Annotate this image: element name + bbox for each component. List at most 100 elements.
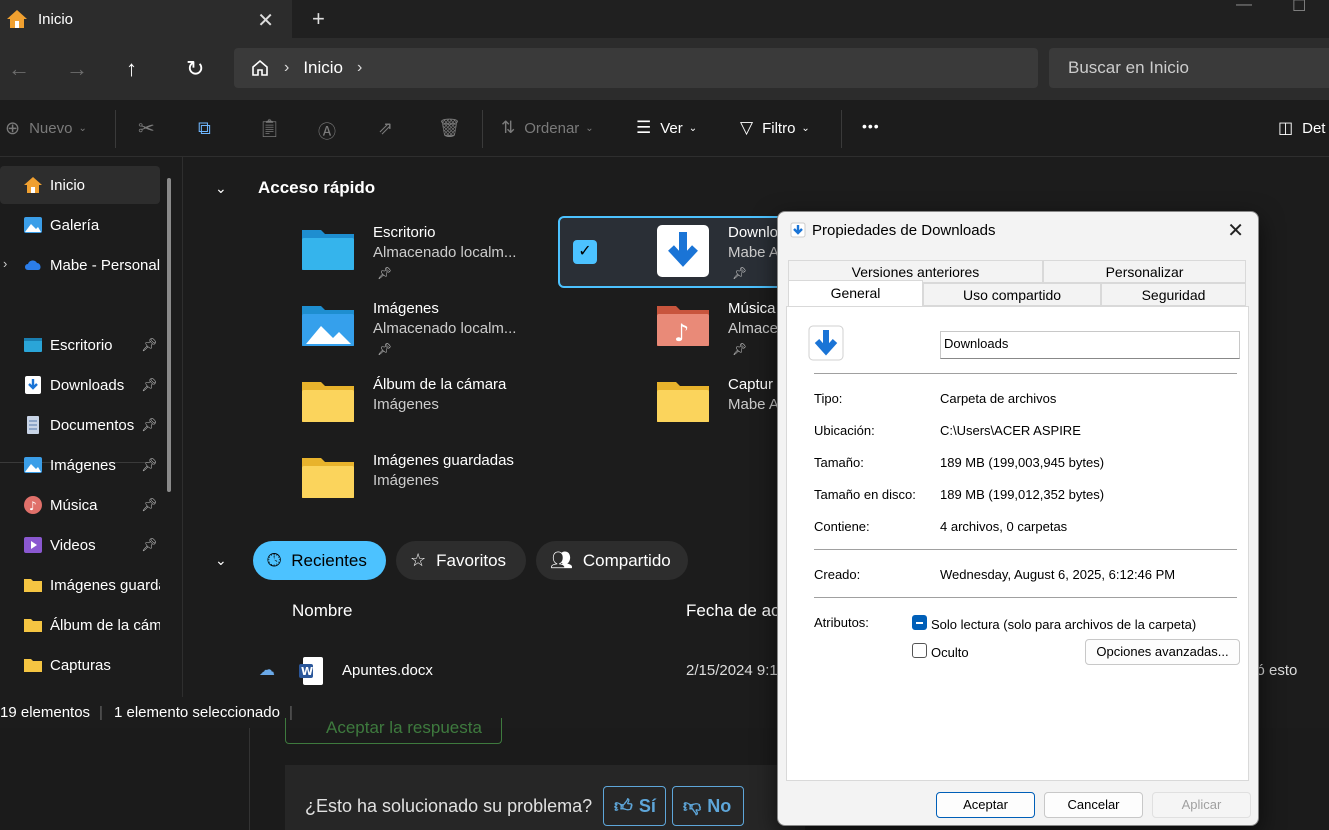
sidebar-item-capturas[interactable]: Capturas xyxy=(0,646,160,684)
new-button[interactable]: ⊕ Nuevo ⌄ xyxy=(5,118,87,139)
tab-bar: Inicio ✕ + — ☐ xyxy=(0,0,1329,38)
word-document-icon: W xyxy=(299,657,323,685)
sidebar-item-album-camara[interactable]: Álbum de la cám xyxy=(0,606,160,644)
collapse-chevron-icon[interactable]: ⌄ xyxy=(215,552,227,569)
advanced-options-button[interactable]: Opciones avanzadas... xyxy=(1085,639,1240,665)
tab-uso-compartido[interactable]: Uso compartido xyxy=(923,283,1101,306)
contains-label: Contiene: xyxy=(814,519,870,534)
plus-circle-icon: ⊕ xyxy=(5,118,21,138)
tab-inicio[interactable]: Inicio ✕ xyxy=(0,0,292,38)
sidebar-scrollbar[interactable] xyxy=(167,178,171,492)
page-divider xyxy=(249,728,250,830)
tab-close-icon[interactable]: ✕ xyxy=(257,8,274,33)
collapse-chevron-icon[interactable]: ⌄ xyxy=(215,180,227,197)
sidebar-item-videos[interactable]: Videos 📌︎ xyxy=(0,526,160,564)
cut-icon[interactable]: ✂ xyxy=(138,116,155,141)
folder-name-field[interactable]: Downloads xyxy=(940,331,1240,359)
music-icon: ♪ xyxy=(24,496,42,514)
accept-answer-button[interactable]: Aceptar la respuesta xyxy=(285,718,502,744)
chevron-down-icon: ⌄ xyxy=(688,122,698,134)
minimize-icon[interactable]: — xyxy=(1236,0,1252,14)
created-value: Wednesday, August 6, 2025, 6:12:46 PM xyxy=(940,567,1176,582)
forward-icon[interactable]: → xyxy=(66,56,88,82)
quick-access-item-escritorio[interactable]: Escritorio Almacenado localm... 📌︎ xyxy=(301,222,561,292)
back-icon[interactable]: ← xyxy=(8,56,30,82)
cancel-button[interactable]: Cancelar xyxy=(1044,792,1143,818)
filter-button[interactable]: ▽ Filtro ⌄ xyxy=(740,118,810,138)
tab-general[interactable]: General xyxy=(788,280,923,306)
sidebar-item-onedrive[interactable]: Mabe - Personal xyxy=(0,246,160,284)
video-icon xyxy=(24,537,42,553)
column-header-fecha[interactable]: Fecha de ac xyxy=(686,601,780,621)
gallery-icon xyxy=(24,217,42,233)
close-icon[interactable]: ✕ xyxy=(1227,218,1244,243)
navigation-pane: Inicio Galería › Mabe - Personal Escrito… xyxy=(0,157,183,697)
sidebar-item-musica[interactable]: ♪ Música 📌︎ xyxy=(0,486,160,524)
created-label: Creado: xyxy=(814,567,861,582)
quick-access-item-imagenes-guardadas[interactable]: Imágenes guardadas Imágenes xyxy=(301,450,561,520)
up-icon[interactable]: ↑ xyxy=(126,56,137,82)
rename-icon[interactable]: Ⓐ xyxy=(318,118,336,144)
quick-access-title: Acceso rápido xyxy=(258,178,376,197)
sidebar-item-inicio[interactable]: Inicio xyxy=(0,166,160,204)
copy-icon[interactable]: ⧉ xyxy=(198,118,211,139)
details-pane-icon: ◫ xyxy=(1278,120,1294,137)
sidebar-item-escritorio[interactable]: Escritorio 📌︎ xyxy=(0,326,160,364)
column-header-nombre[interactable]: Nombre xyxy=(292,601,352,621)
vote-yes-button[interactable]: 👍︎ Sí xyxy=(603,786,666,826)
sidebar-item-documentos[interactable]: Documentos 📌︎ xyxy=(0,406,160,444)
sidebar-item-galeria[interactable]: Galería xyxy=(0,206,160,244)
pin-icon: 📌︎ xyxy=(377,266,393,280)
quick-access-item-album-camara[interactable]: Álbum de la cámara Imágenes xyxy=(301,374,561,444)
checkbox-checked-icon[interactable]: ✓ xyxy=(573,240,597,264)
desktop-folder-icon xyxy=(302,230,354,270)
new-tab-button[interactable]: + xyxy=(312,6,325,32)
quick-access-item-musica[interactable]: ♪ Música Almace 📌︎ xyxy=(656,298,786,368)
refresh-icon[interactable]: ↻ xyxy=(186,56,204,82)
more-options-icon[interactable]: ••• xyxy=(862,118,880,134)
delete-icon[interactable]: 🗑︎ xyxy=(438,118,461,139)
contains-value: 4 archivos, 0 carpetas xyxy=(940,519,1068,534)
tab-recientes[interactable]: 🕓︎ Recientes xyxy=(253,541,386,580)
tab-seguridad[interactable]: Seguridad xyxy=(1101,283,1246,306)
properties-dialog: Propiedades de Downloads ✕ Versiones ant… xyxy=(777,211,1259,826)
sort-icon: ⇅ xyxy=(501,118,516,137)
search-input[interactable]: Buscar en Inicio xyxy=(1049,48,1329,88)
sidebar-item-downloads[interactable]: Downloads 📌︎ xyxy=(0,366,160,404)
maximize-icon[interactable]: ☐ xyxy=(1292,0,1306,16)
share-icon[interactable]: ⇗ xyxy=(378,118,393,139)
sidebar-item-imagenes-guardadas[interactable]: Imágenes guarda xyxy=(0,566,160,604)
breadcrumb-chevron-icon[interactable]: › xyxy=(357,59,362,77)
details-button[interactable]: ◫ Det xyxy=(1278,118,1325,138)
vote-no-button[interactable]: 👎︎ No xyxy=(672,786,744,826)
sort-button[interactable]: ⇅ Ordenar ⌄ xyxy=(501,118,594,138)
readonly-checkbox[interactable] xyxy=(912,615,927,630)
ok-button[interactable]: Aceptar xyxy=(936,792,1035,818)
hidden-checkbox[interactable] xyxy=(912,643,927,658)
sidebar-item-imagenes[interactable]: Imágenes 📌︎ xyxy=(0,446,160,484)
tab-personalizar[interactable]: Personalizar xyxy=(1043,260,1246,283)
music-folder-icon: ♪ xyxy=(657,306,709,347)
quick-access-item-capturas[interactable]: Captur Mabe A xyxy=(656,374,786,444)
view-button[interactable]: ☰ Ver ⌄ xyxy=(636,118,697,138)
type-label: Tipo: xyxy=(814,391,843,406)
pane-divider xyxy=(182,157,183,697)
pin-icon: 📌︎ xyxy=(732,342,748,356)
pin-icon: 📌︎ xyxy=(141,497,158,512)
address-bar[interactable]: › Inicio › xyxy=(234,48,1038,88)
folder-icon xyxy=(302,458,354,498)
chevron-down-icon: ⌄ xyxy=(585,122,594,134)
tab-favoritos[interactable]: ☆ Favoritos xyxy=(396,541,526,580)
svg-text:♪: ♪ xyxy=(674,319,689,347)
paste-icon[interactable]: 📋︎ xyxy=(258,118,281,139)
thumbs-up-icon: 👍︎ xyxy=(614,796,633,816)
quick-access-item-imagenes[interactable]: Imágenes Almacenado localm... 📌︎ xyxy=(301,298,561,368)
quick-access-item-downloads[interactable]: Downlo Mabe A 📌︎ xyxy=(656,222,786,292)
svg-text:♪: ♪ xyxy=(29,499,37,513)
breadcrumb-inicio[interactable]: Inicio xyxy=(303,58,343,78)
people-icon: 👥︎ xyxy=(550,550,573,570)
apply-button[interactable]: Aplicar xyxy=(1152,792,1251,818)
thumbs-down-icon: 👎︎ xyxy=(683,796,702,816)
tab-compartido[interactable]: 👥︎ Compartido xyxy=(536,541,688,580)
document-icon xyxy=(27,416,39,434)
